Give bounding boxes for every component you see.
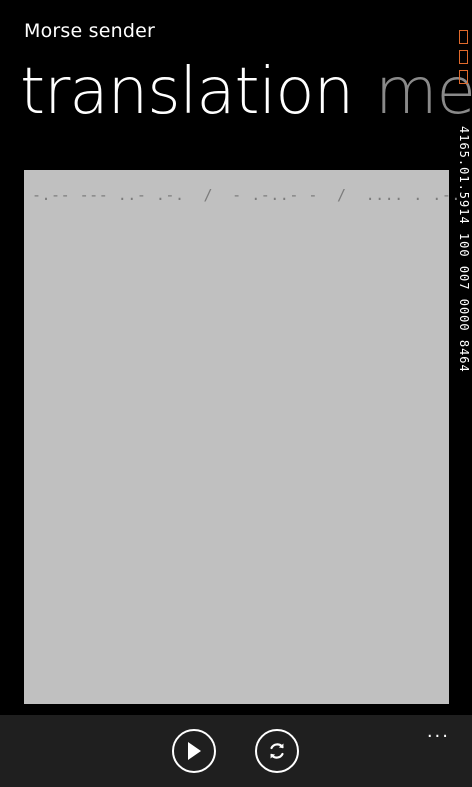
frame-rate-counter: 4165.01.5914 100 007 0000 8464: [458, 30, 472, 410]
pivot-item-translation[interactable]: translation: [20, 55, 354, 129]
more-options-ellipsis[interactable]: ...: [427, 723, 450, 741]
refresh-icon: [270, 743, 284, 759]
morse-text-value: -.-- --- ..- .-. / - .-..- - / .... . .-…: [32, 186, 472, 204]
debug-box: [459, 30, 468, 44]
play-button[interactable]: [172, 729, 216, 773]
debug-indicator-boxes: [459, 30, 471, 90]
play-icon: [188, 742, 201, 760]
application-bar: ...: [0, 715, 472, 787]
app-title: Morse sender: [24, 20, 156, 42]
frame-rate-readout: 4165.01.5914 100 007 0000 8464: [458, 126, 471, 373]
debug-box: [459, 50, 468, 64]
refresh-button[interactable]: [255, 729, 299, 773]
pivot-header: translation me: [20, 52, 472, 132]
morse-text-box[interactable]: -.-- --- ..- .-. / - .-..- - / .... . .-…: [24, 170, 472, 704]
debug-box: [459, 70, 468, 84]
